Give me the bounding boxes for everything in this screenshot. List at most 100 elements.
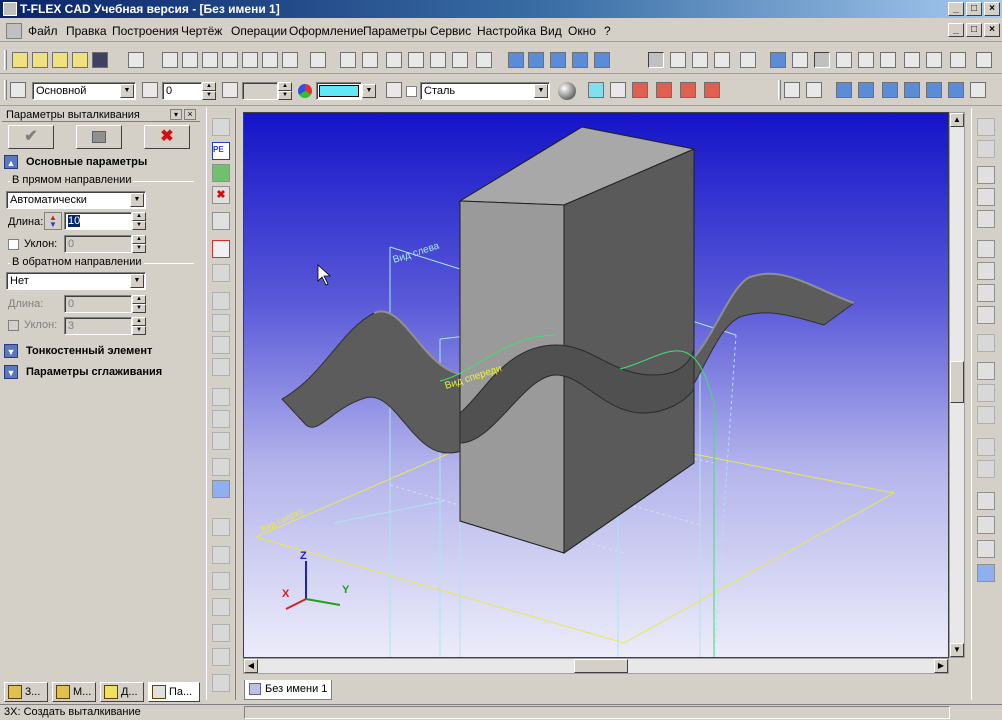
tab-diagnostics[interactable]: Д... xyxy=(100,682,144,702)
option-15-icon[interactable] xyxy=(212,674,230,692)
image-icon[interactable] xyxy=(430,52,446,68)
view-iso5-icon[interactable] xyxy=(926,82,942,98)
measure-icon[interactable] xyxy=(594,52,610,68)
level-field[interactable]: 0 xyxy=(162,82,202,100)
menu-parameters[interactable]: Параметры xyxy=(363,24,427,38)
option-9-icon[interactable] xyxy=(212,458,230,476)
menu-format[interactable]: Оформление xyxy=(289,24,363,38)
length-stepper[interactable]: ▲ ▼ xyxy=(132,212,146,230)
roughness-icon[interactable] xyxy=(362,52,378,68)
rev-slope-checkbox[interactable] xyxy=(8,320,19,331)
option-4-icon[interactable] xyxy=(212,336,230,354)
tab-3d-model[interactable]: 3... xyxy=(4,682,48,702)
level-stepper[interactable]: ▲ ▼ xyxy=(202,82,216,100)
copy-icon[interactable] xyxy=(212,480,230,498)
scroll-down-button[interactable]: ▼ xyxy=(950,643,964,657)
brush-icon[interactable] xyxy=(880,52,896,68)
option-1-icon[interactable] xyxy=(212,264,230,282)
open-icon[interactable] xyxy=(72,52,88,68)
scroll-right-button[interactable]: ▶ xyxy=(934,659,948,673)
view-icon[interactable] xyxy=(740,52,756,68)
option-3-icon[interactable] xyxy=(212,314,230,332)
tab-models[interactable]: М... xyxy=(52,682,96,702)
material-checkbox[interactable] xyxy=(406,86,417,97)
dimension-icon[interactable] xyxy=(310,52,326,68)
material-icon[interactable] xyxy=(977,492,995,510)
line-icon[interactable] xyxy=(242,52,258,68)
link-icon[interactable] xyxy=(670,52,686,68)
view-iso4-icon[interactable] xyxy=(904,82,920,98)
length-field[interactable]: 10 xyxy=(64,212,132,230)
tool-dim-5-icon[interactable] xyxy=(977,406,995,424)
zoom-window-icon[interactable] xyxy=(977,188,995,206)
rotate-icon[interactable] xyxy=(977,362,995,380)
material-select[interactable]: Сталь ▼ xyxy=(420,82,550,100)
chevron-down-icon[interactable]: ▼ xyxy=(130,274,144,288)
section-2-icon[interactable] xyxy=(656,82,672,98)
menu-operations[interactable]: Операции xyxy=(231,24,287,38)
rev-length-stepper[interactable]: ▲ ▼ xyxy=(132,295,146,313)
zoom-fit-icon[interactable] xyxy=(977,210,995,228)
doc-close-button[interactable]: × xyxy=(984,23,1000,37)
direction-icon[interactable]: ▲ ▼ xyxy=(44,212,62,230)
app-icon[interactable] xyxy=(3,2,17,16)
option-12-icon[interactable] xyxy=(212,598,230,616)
layer-select[interactable]: Основной ▼ xyxy=(32,82,136,100)
menu-settings[interactable]: Настройка xyxy=(477,24,536,38)
scroll-thumb[interactable] xyxy=(950,361,964,403)
circle-icon[interactable] xyxy=(262,52,278,68)
zoom-in-icon[interactable] xyxy=(977,166,995,184)
shade-icon[interactable] xyxy=(977,516,995,534)
save-icon[interactable] xyxy=(92,52,108,68)
color-field[interactable] xyxy=(316,82,362,100)
star-icon[interactable] xyxy=(282,52,298,68)
pen-icon[interactable] xyxy=(340,52,356,68)
view-iso6-icon[interactable] xyxy=(948,82,964,98)
option-14-icon[interactable] xyxy=(212,648,230,666)
render-icon[interactable] xyxy=(977,564,995,582)
cancel-button[interactable]: ✖ xyxy=(144,125,190,149)
apply-icon[interactable] xyxy=(212,164,230,182)
slope-stepper[interactable]: ▲ ▼ xyxy=(132,235,146,253)
surface-icon[interactable] xyxy=(588,82,604,98)
hatch-icon[interactable] xyxy=(408,52,424,68)
option-13-icon[interactable] xyxy=(212,624,230,642)
menu-view[interactable]: Вид xyxy=(540,24,562,38)
preview-button[interactable] xyxy=(76,125,122,149)
zoom-all-icon[interactable] xyxy=(977,306,995,324)
text-icon[interactable] xyxy=(386,52,402,68)
tile-icon[interactable] xyxy=(950,52,966,68)
path-icon[interactable] xyxy=(610,82,626,98)
arrow-down-icon[interactable] xyxy=(222,52,238,68)
tool-dim-3-icon[interactable] xyxy=(977,334,995,352)
panel-close-icon[interactable]: × xyxy=(184,109,196,120)
ok-button[interactable]: ✔ xyxy=(8,125,54,149)
rev-length-field[interactable]: 0 xyxy=(64,295,132,313)
option-7-icon[interactable] xyxy=(212,410,230,428)
tab-parameters[interactable]: Па... xyxy=(148,682,200,702)
curve-icon[interactable] xyxy=(202,52,218,68)
node-icon[interactable] xyxy=(162,52,178,68)
horizontal-scrollbar[interactable]: ◀ ▶ xyxy=(243,658,949,674)
section-thin-wall[interactable]: ▼ Тонкостенный элемент xyxy=(4,342,198,360)
check-icon[interactable] xyxy=(212,118,230,136)
table-icon[interactable] xyxy=(476,52,492,68)
chevron-down-icon[interactable]: ▼ xyxy=(120,84,134,98)
close-button[interactable]: × xyxy=(984,2,1000,16)
window-3d-icon[interactable] xyxy=(976,52,992,68)
check-2-icon[interactable] xyxy=(212,518,230,536)
doc-restore-button[interactable]: □ xyxy=(966,23,982,37)
wireframe-icon[interactable] xyxy=(977,540,995,558)
view-iso3-icon[interactable] xyxy=(882,82,898,98)
option-11-icon[interactable] xyxy=(212,572,230,590)
operation-icon[interactable] xyxy=(692,52,708,68)
variables-icon[interactable] xyxy=(770,52,786,68)
chevron-down-icon[interactable]: ▼ xyxy=(4,365,18,380)
scroll-up-button[interactable]: ▲ xyxy=(950,113,964,127)
new-drawing-icon[interactable] xyxy=(52,52,68,68)
refresh-icon[interactable] xyxy=(572,52,588,68)
document-tab[interactable]: Без имени 1 xyxy=(244,680,332,700)
section-main-params[interactable]: ▲ Основные параметры xyxy=(4,153,198,171)
section-icon[interactable] xyxy=(632,82,648,98)
toolbar-grip[interactable] xyxy=(4,80,7,100)
